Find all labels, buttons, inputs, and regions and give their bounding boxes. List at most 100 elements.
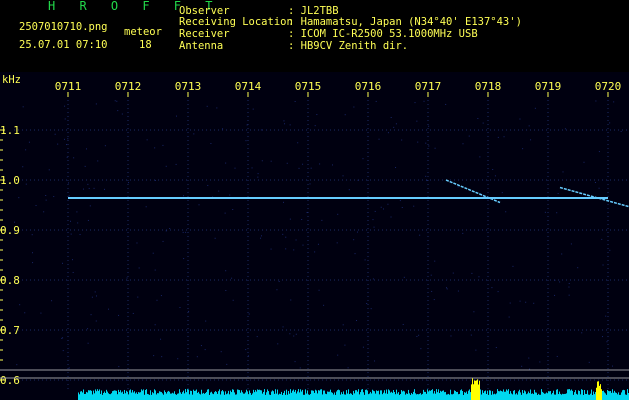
baseline-bar xyxy=(167,391,168,400)
baseline-bar xyxy=(533,394,534,400)
noise-speck xyxy=(128,182,130,184)
noise-speck xyxy=(570,243,572,245)
baseline-bar xyxy=(397,393,398,400)
baseline-bar xyxy=(229,394,230,400)
baseline-bar xyxy=(163,394,164,400)
noise-speck xyxy=(462,232,464,234)
baseline-bar xyxy=(606,394,607,400)
noise-speck xyxy=(568,286,570,288)
baseline-bar xyxy=(83,389,84,400)
baseline-bar xyxy=(553,390,554,400)
baseline-bar xyxy=(278,394,279,400)
noise-speck xyxy=(35,205,37,207)
noise-speck xyxy=(282,233,284,235)
baseline-bar xyxy=(411,392,412,400)
noise-speck xyxy=(530,139,532,141)
baseline-bar xyxy=(186,392,187,400)
noise-speck xyxy=(61,337,63,339)
baseline-bar xyxy=(135,393,136,400)
baseline-bar xyxy=(566,393,567,400)
x-tick-label: 0714 xyxy=(235,80,262,93)
noise-speck xyxy=(193,133,195,135)
baseline-bar xyxy=(279,393,280,400)
baseline-bar xyxy=(155,390,156,400)
plot-background xyxy=(0,72,629,400)
baseline-bar xyxy=(326,394,327,400)
noise-speck xyxy=(428,145,430,147)
baseline-bar xyxy=(111,393,112,400)
baseline-bar xyxy=(169,391,170,400)
noise-speck xyxy=(24,312,26,314)
baseline-bar xyxy=(561,394,562,400)
baseline-bar xyxy=(249,390,250,400)
noise-speck xyxy=(306,211,308,213)
baseline-bar xyxy=(85,393,86,400)
baseline-bar xyxy=(141,389,142,400)
baseline-bar xyxy=(300,389,301,400)
baseline-bar xyxy=(483,392,484,400)
noise-speck xyxy=(522,148,524,150)
baseline-bar xyxy=(153,393,154,400)
noise-speck xyxy=(126,277,128,279)
noise-speck xyxy=(378,138,380,140)
baseline-bar xyxy=(324,390,325,400)
baseline-bar xyxy=(435,393,436,400)
baseline-bar xyxy=(617,394,618,400)
noise-speck xyxy=(96,295,98,297)
antenna-label: Antenna xyxy=(179,40,224,52)
noise-speck xyxy=(138,267,140,269)
baseline-bar xyxy=(311,390,312,400)
baseline-bar xyxy=(441,391,442,400)
baseline-bar xyxy=(558,394,559,400)
noise-speck xyxy=(165,165,167,167)
noise-speck xyxy=(534,107,536,109)
baseline-bar xyxy=(482,390,483,400)
baseline-bar xyxy=(394,391,395,400)
baseline-bar xyxy=(544,393,545,400)
baseline-bar xyxy=(535,392,536,400)
baseline-bar xyxy=(254,392,255,400)
baseline-bar xyxy=(193,389,194,400)
noise-speck xyxy=(525,301,527,303)
baseline-bar xyxy=(245,392,246,400)
baseline-bar xyxy=(349,394,350,400)
baseline-bar xyxy=(276,393,277,400)
baseline-bar xyxy=(542,391,543,400)
baseline-bar xyxy=(464,392,465,400)
baseline-bar xyxy=(82,392,83,400)
baseline-bar xyxy=(118,389,119,400)
noise-speck xyxy=(61,262,63,264)
baseline-bar xyxy=(156,394,157,400)
baseline-bar xyxy=(412,394,413,400)
baseline-bar xyxy=(361,389,362,400)
baseline-bar xyxy=(195,390,196,400)
baseline-bar xyxy=(461,389,462,400)
noise-speck xyxy=(434,260,436,262)
noise-speck xyxy=(245,140,247,142)
noise-speck xyxy=(387,132,389,134)
baseline-bar xyxy=(296,393,297,400)
baseline-bar xyxy=(224,394,225,400)
baseline-bar xyxy=(396,389,397,400)
baseline-bar xyxy=(227,393,228,400)
noise-speck xyxy=(620,130,622,132)
noise-speck xyxy=(492,168,494,170)
baseline-bar xyxy=(93,390,94,400)
baseline-bar xyxy=(143,389,144,400)
baseline-bar xyxy=(506,389,507,400)
baseline-bar xyxy=(288,390,289,400)
baseline-bar xyxy=(122,391,123,400)
baseline-bar xyxy=(421,394,422,400)
baseline-bar xyxy=(554,394,555,400)
baseline-bar xyxy=(148,394,149,400)
baseline-bar xyxy=(100,393,101,400)
baseline-bar xyxy=(292,390,293,400)
baseline-bar xyxy=(282,394,283,400)
baseline-bar xyxy=(572,390,573,400)
noise-speck xyxy=(97,160,99,162)
baseline-bar xyxy=(114,390,115,400)
noise-speck xyxy=(362,158,364,160)
baseline-bar xyxy=(250,392,251,400)
baseline-bar xyxy=(496,393,497,400)
noise-speck xyxy=(462,143,464,145)
